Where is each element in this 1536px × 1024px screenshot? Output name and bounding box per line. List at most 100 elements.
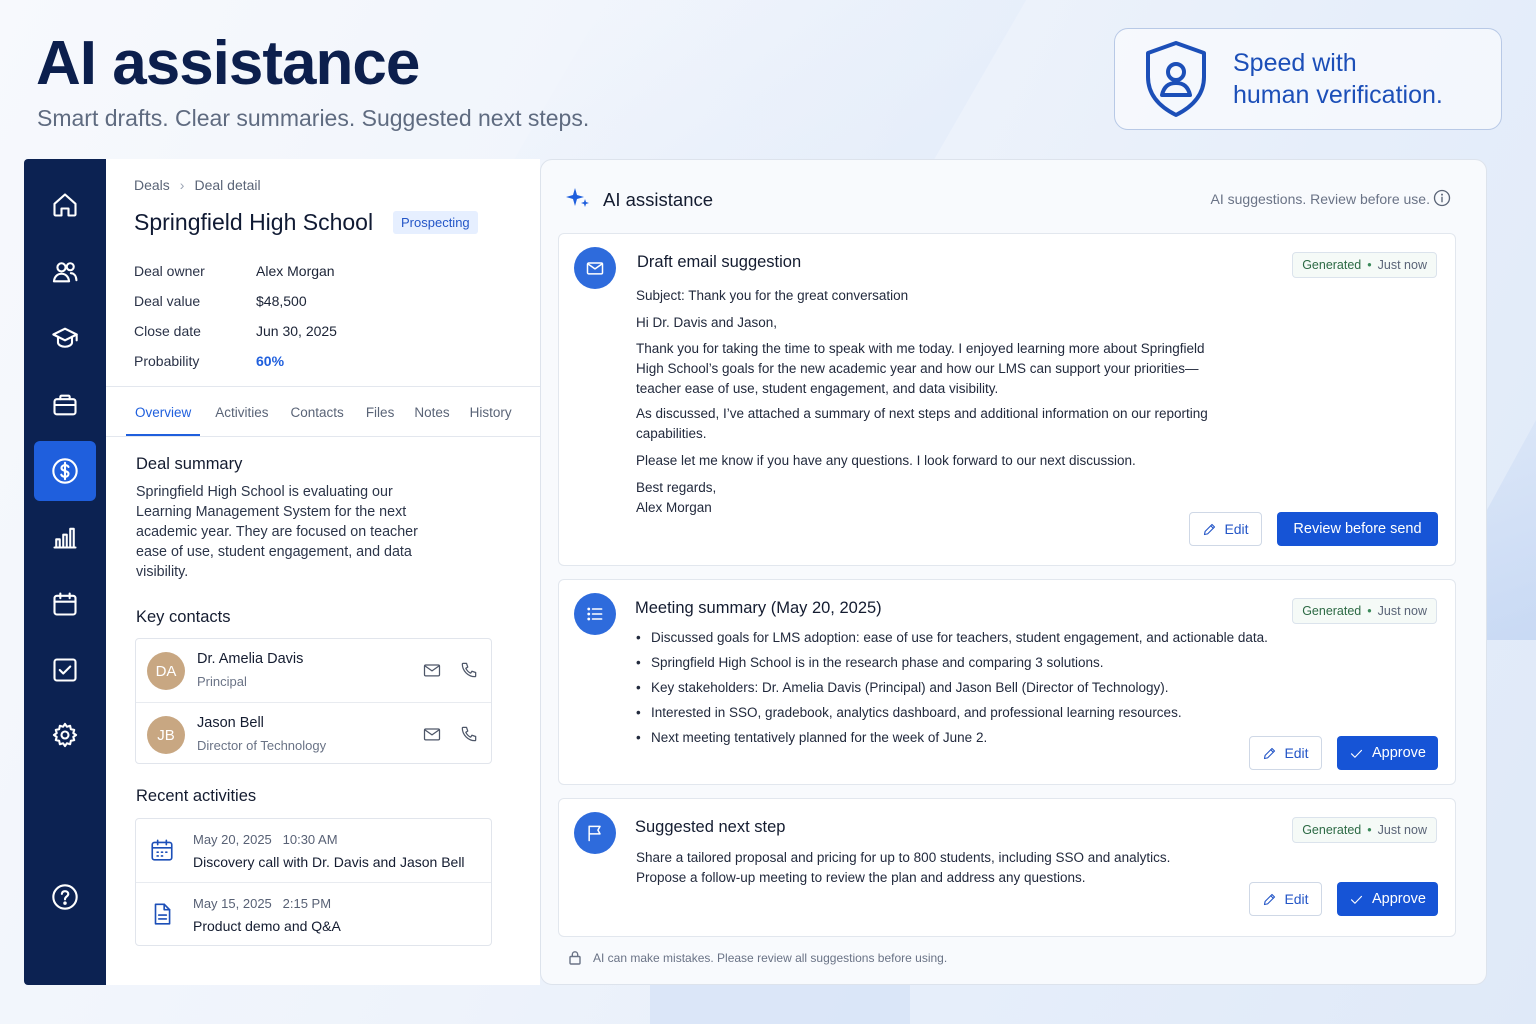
edit-button[interactable]: Edit (1249, 882, 1322, 916)
pencil-icon (1204, 523, 1216, 535)
pencil-icon (1264, 893, 1276, 905)
edit-button[interactable]: Edit (1189, 512, 1262, 546)
edit-button[interactable]: Edit (1249, 736, 1322, 770)
background-shape (513, 0, 1027, 160)
breadcrumb-deals[interactable]: Deals (134, 177, 170, 193)
next-step-card: Suggested next step Generated • Just now S… (558, 798, 1456, 937)
status-text: Generated (1302, 604, 1362, 618)
activities-list: May 20, 2025 10:30 AM Discovery call wit… (135, 818, 492, 946)
badge-text: Speed with human verification. (1233, 47, 1443, 111)
activity-date: May 20, 2025 10:30 AM (193, 832, 338, 847)
tab-notes[interactable]: Notes (405, 403, 458, 437)
pencil-icon (1264, 747, 1276, 759)
checkbox-icon (53, 658, 77, 682)
crm-app-window: Deals › Deal detail Springfield High Sch… (24, 159, 1487, 985)
card-title: Draft email suggestion (637, 253, 802, 271)
status-badge: Generated • Just now (1292, 598, 1437, 624)
edit-label: Edit (1284, 745, 1309, 761)
list-item: Springfield High School is in the resear… (636, 653, 1268, 678)
briefcase-icon (53, 394, 77, 416)
tab-activities[interactable]: Activities (206, 403, 277, 437)
list-item: Discussed goals for LMS adoption: ease o… (636, 628, 1268, 653)
field-label: Deal owner (134, 263, 205, 279)
sidebar-item-reports[interactable] (34, 507, 96, 567)
card-title: Suggested next step (635, 818, 786, 836)
sidebar (24, 159, 106, 985)
meeting-summary-card: Meeting summary (May 20, 2025) Generated… (558, 579, 1456, 785)
sidebar-item-deals[interactable] (34, 441, 96, 501)
approve-label: Approve (1371, 891, 1426, 907)
badge-line-2: human verification. (1233, 81, 1443, 109)
avatar: JB (147, 716, 185, 754)
approve-label: Approve (1371, 745, 1426, 761)
status-text: Generated (1302, 823, 1362, 837)
contact-name: Dr. Amelia Davis (197, 651, 304, 667)
status-badge: Generated • Just now (1292, 252, 1437, 278)
edit-label: Edit (1284, 891, 1309, 907)
activity-time: 2:15 PM (282, 896, 332, 911)
email-greeting: Hi Dr. Davis and Jason, (636, 315, 778, 330)
approve-button[interactable]: Approve (1337, 882, 1438, 916)
ai-panel-note: AI suggestions. Review before use. (1210, 191, 1430, 207)
home-icon (53, 193, 77, 217)
contacts-list: DA Dr. Amelia Davis Principal JB Jason B… (135, 638, 492, 764)
breadcrumb: Deals › Deal detail (134, 177, 261, 193)
sidebar-item-contacts[interactable] (34, 242, 96, 302)
tab-contacts[interactable]: Contacts (282, 403, 353, 437)
phone-icon[interactable] (459, 660, 479, 680)
tab-history[interactable]: History (461, 403, 521, 437)
tab-files[interactable]: Files (357, 403, 404, 437)
field-label: Probability (134, 353, 200, 369)
sidebar-item-home[interactable] (34, 175, 96, 235)
badge-line-1: Speed with (1233, 49, 1357, 77)
mail-icon[interactable] (422, 660, 442, 680)
mail-icon[interactable] (422, 724, 442, 744)
contact-row[interactable]: JB Jason Bell Director of Technology (136, 702, 491, 765)
field-probability: Probability 60% (134, 353, 284, 369)
contact-role: Director of Technology (197, 738, 327, 753)
draft-email-card: Draft email suggestion Generated • Just no… (558, 233, 1456, 566)
recent-activities-title: Recent activities (136, 787, 257, 805)
sidebar-item-calendar[interactable] (34, 574, 96, 634)
activity-row[interactable]: May 20, 2025 10:30 AM Discovery call wit… (136, 819, 491, 882)
activity-date-value: May 15, 2025 (193, 896, 272, 911)
list-item: Interested in SSO, gradebook, analytics … (636, 703, 1268, 728)
list-item: Next meeting tentatively planned for the… (636, 728, 1268, 753)
field-value: Jun 30, 2025 (256, 323, 337, 339)
verification-badge: Speed with human verification. (1114, 28, 1502, 130)
sidebar-item-portfolio[interactable] (34, 375, 96, 435)
email-body: Subject: Thank you for the great convers… (636, 286, 1216, 518)
approve-button[interactable]: Approve (1337, 736, 1438, 770)
lock-icon (569, 951, 581, 965)
tab-overview[interactable]: Overview (126, 403, 201, 437)
help-icon (52, 884, 78, 910)
graduation-cap-icon (52, 327, 78, 348)
activity-row[interactable]: May 15, 2025 2:15 PM Product demo and Q&… (136, 882, 491, 945)
activity-title: Product demo and Q&A (193, 918, 341, 934)
sidebar-item-help[interactable] (34, 867, 96, 927)
sparkle-icon (566, 188, 589, 207)
divider (106, 436, 540, 437)
field-value: 60% (256, 353, 285, 369)
status-time: Just now (1377, 604, 1427, 618)
email-paragraph: Please let me know if you have any quest… (636, 453, 1136, 468)
review-before-send-button[interactable]: Review before send (1277, 512, 1438, 546)
sidebar-item-schools[interactable] (34, 308, 96, 368)
email-signature: Alex Morgan (636, 500, 712, 515)
contact-row[interactable]: DA Dr. Amelia Davis Principal (136, 639, 491, 702)
card-title: Meeting summary (May 20, 2025) (635, 599, 882, 617)
background-shape (650, 984, 910, 1024)
breadcrumb-deal-detail: Deal detail (194, 177, 261, 193)
calendar-icon (53, 592, 77, 616)
sidebar-item-tasks[interactable] (34, 640, 96, 700)
activity-date-value: May 20, 2025 (193, 832, 272, 847)
activity-time: 10:30 AM (282, 832, 338, 847)
info-icon[interactable] (1433, 189, 1451, 207)
card-icon (574, 593, 616, 635)
flag-icon (588, 825, 601, 842)
sidebar-item-settings[interactable] (34, 705, 96, 765)
ai-disclaimer: AI can make mistakes. Please review all … (593, 951, 948, 965)
phone-icon[interactable] (459, 724, 479, 744)
check-icon (1350, 895, 1363, 904)
shield-user-icon (1146, 41, 1206, 117)
